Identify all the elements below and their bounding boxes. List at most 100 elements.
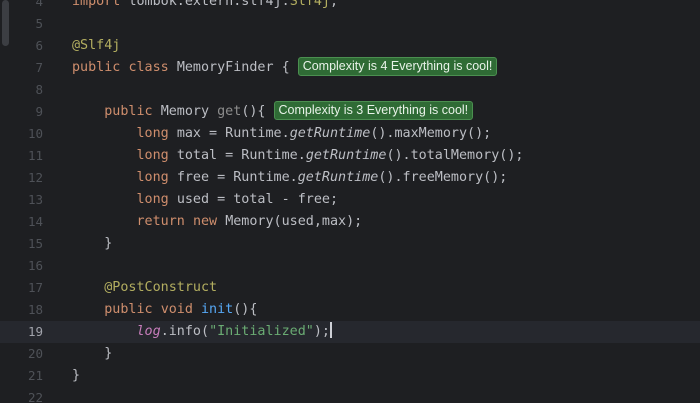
code-token: } — [72, 368, 81, 383]
code-token: long — [136, 192, 177, 207]
code-token: new — [192, 214, 226, 229]
code-token: ); — [313, 324, 330, 339]
code-line[interactable]: 8 — [0, 79, 700, 101]
code-text[interactable]: } — [72, 365, 80, 387]
code-line[interactable]: 4 import lombok.extern.slf4j.Slf4j; — [0, 0, 700, 13]
code-token: .info( — [160, 324, 210, 339]
code-line[interactable]: 11 long total = Runtime.getRuntime().tot… — [0, 145, 700, 167]
code-line[interactable]: 13 long used = total - free; — [0, 189, 700, 211]
code-token: (){ — [233, 302, 258, 317]
line-number: 11 — [27, 148, 43, 163]
code-token: public — [104, 302, 161, 317]
line-number: 5 — [35, 16, 43, 31]
line-number: 9 — [35, 104, 43, 119]
code-token: { — [281, 60, 290, 75]
code-token: } — [104, 236, 113, 251]
code-token: Slf4j — [289, 0, 330, 9]
line-number: 15 — [27, 236, 43, 251]
code-text[interactable]: } — [72, 233, 112, 255]
line-number: 16 — [27, 258, 43, 273]
code-token: getRuntime — [305, 148, 387, 163]
code-text[interactable]: @PostConstruct — [72, 277, 217, 299]
complexity-badge: Complexity is 3 Everything is cool! — [273, 101, 474, 120]
code-line[interactable]: 22 — [0, 387, 700, 403]
code-line[interactable]: 18 public void init(){ — [0, 299, 700, 321]
code-text[interactable]: long max = Runtime.getRuntime().maxMemor… — [72, 123, 492, 145]
code-text[interactable]: } — [72, 343, 112, 365]
code-token: total = Runtime. — [176, 148, 306, 163]
code-token: @PostConstruct — [104, 280, 218, 295]
code-text[interactable]: return new Memory(used,max); — [72, 211, 363, 233]
line-number: 4 — [35, 0, 43, 9]
code-line[interactable]: 9 public Memory get(){ Complexity is 3 Ev… — [0, 101, 700, 123]
code-token: ().freeMemory(); — [378, 170, 508, 185]
code-text[interactable]: public void init(){ — [72, 299, 257, 321]
code-token: import — [72, 0, 129, 9]
code-token: long — [136, 148, 177, 163]
code-line[interactable]: 17 @PostConstruct — [0, 277, 700, 299]
code-text[interactable]: long free = Runtime.getRuntime().freeMem… — [72, 167, 508, 189]
code-editor[interactable]: 4 import lombok.extern.slf4j.Slf4j; 5 6 @Slf… — [0, 0, 700, 403]
code-line[interactable]: 6 @Slf4j — [0, 35, 700, 57]
code-token: getRuntime — [289, 126, 371, 141]
line-number: 21 — [27, 368, 43, 383]
code-token: used = total - free; — [176, 192, 339, 207]
code-line[interactable]: 20 } — [0, 343, 700, 365]
code-line[interactable]: 10 long max = Runtime.getRuntime().maxMe… — [0, 123, 700, 145]
code-text[interactable]: long total = Runtime.getRuntime().totalM… — [72, 145, 524, 167]
code-token: max = Runtime. — [176, 126, 290, 141]
line-number: 8 — [35, 82, 43, 97]
code-token: return — [136, 214, 193, 229]
code-text[interactable]: long used = total - free; — [72, 189, 339, 211]
line-number: 18 — [27, 302, 43, 317]
line-number: 13 — [27, 192, 43, 207]
line-number: 12 — [27, 170, 43, 185]
code-token: MemoryFinder — [176, 60, 282, 75]
line-number: 17 — [27, 280, 43, 295]
code-line[interactable]: 21} — [0, 365, 700, 387]
code-line[interactable]: 7 public class MemoryFinder { Complexity i… — [0, 57, 700, 79]
code-token: getRuntime — [297, 170, 379, 185]
line-number: 10 — [27, 126, 43, 141]
complexity-badge: Complexity is 4 Everything is cool! — [297, 57, 498, 76]
code-token: public — [72, 60, 129, 75]
text-caret — [330, 322, 332, 338]
code-token: } — [104, 346, 113, 361]
code-token: class — [128, 60, 177, 75]
code-token: long — [136, 170, 177, 185]
code-line[interactable]: 14 return new Memory(used,max); — [0, 211, 700, 233]
code-token: long — [136, 126, 177, 141]
code-token: (){ — [241, 104, 266, 119]
code-line[interactable]: 15 } — [0, 233, 700, 255]
code-text[interactable]: public Memory get(){ Complexity is 3 Ever… — [72, 101, 474, 123]
code-line[interactable]: 16 — [0, 255, 700, 277]
code-token: free = Runtime. — [176, 170, 298, 185]
code-token: ().totalMemory(); — [386, 148, 524, 163]
code-text[interactable]: public class MemoryFinder { Complexity is… — [72, 57, 498, 79]
code-text[interactable]: import lombok.extern.slf4j.Slf4j; — [72, 0, 338, 13]
code-token: Memory(used,max); — [225, 214, 363, 229]
line-number: 7 — [35, 60, 43, 75]
code-text[interactable]: log.info("Initialized"); — [72, 321, 332, 343]
code-text[interactable]: @Slf4j — [72, 35, 120, 57]
code-line[interactable]: 5 — [0, 13, 700, 35]
code-token: lombok.extern.slf4j. — [128, 0, 290, 9]
line-number: 20 — [27, 346, 43, 361]
code-token: "Initialized" — [209, 324, 314, 339]
code-line[interactable]: 19 log.info("Initialized"); — [0, 321, 700, 343]
code-token: void — [160, 302, 201, 317]
line-number: 19 — [27, 324, 43, 339]
code-token: get — [217, 104, 242, 119]
code-token: log — [136, 324, 161, 339]
code-token: Memory — [160, 104, 218, 119]
code-token: public — [104, 104, 161, 119]
code-line[interactable]: 12 long free = Runtime.getRuntime().free… — [0, 167, 700, 189]
